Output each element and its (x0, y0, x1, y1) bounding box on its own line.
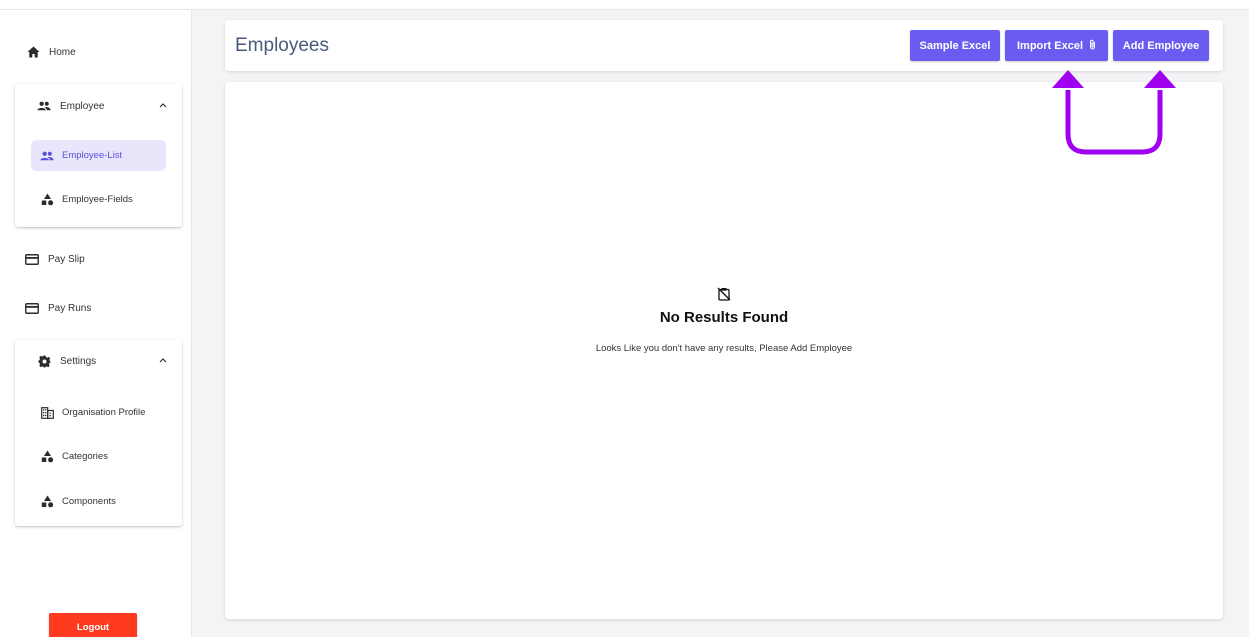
settings-group-label: Settings (60, 355, 97, 367)
employee-group: Employee Employee-List Employee-Fields (15, 84, 182, 227)
home-icon (26, 45, 40, 59)
employee-group-label: Employee (60, 100, 105, 112)
credit-card-icon (25, 301, 39, 315)
page-header: Employees Sample Excel Import Excel Add … (225, 20, 1223, 71)
chevron-up-icon (159, 100, 167, 110)
gear-icon (37, 354, 51, 368)
shapes-icon (40, 193, 54, 207)
sidebar: Home Employee Employee-List Employee-Fie… (0, 10, 192, 637)
sidebar-item-pay-slip-label: Pay Slip (48, 253, 85, 265)
sample-excel-button[interactable]: Sample Excel (910, 30, 1000, 61)
import-excel-button[interactable]: Import Excel (1005, 30, 1108, 61)
sidebar-item-categories-label: Categories (62, 451, 108, 462)
clipboard-off-icon (717, 287, 731, 301)
sidebar-item-employee-list-label: Employee-List (62, 150, 123, 161)
sidebar-item-home[interactable]: Home (26, 45, 76, 59)
sidebar-item-organisation-profile[interactable]: Organisation Profile (31, 397, 166, 428)
building-icon (40, 406, 54, 420)
sidebar-item-pay-runs[interactable]: Pay Runs (25, 301, 91, 315)
employee-group-header[interactable]: Employee (37, 99, 167, 113)
sidebar-item-pay-runs-label: Pay Runs (48, 302, 92, 314)
import-excel-label: Import Excel (1016, 39, 1084, 52)
top-bar (0, 0, 1249, 10)
paperclip-icon (1089, 39, 1096, 53)
settings-group-header[interactable]: Settings (37, 354, 167, 368)
people-icon (40, 149, 54, 163)
empty-state-title: No Results Found (659, 309, 789, 326)
empty-state-description: Looks Like you don't have any results, P… (595, 343, 853, 354)
settings-group: Settings Organisation Profile Categories… (15, 340, 182, 526)
logout-button[interactable]: Logout (49, 613, 137, 637)
credit-card-icon (25, 252, 39, 266)
sidebar-item-home-label: Home (49, 46, 76, 58)
sidebar-item-employee-fields-label: Employee-Fields (62, 194, 133, 205)
page-title: Employees (235, 35, 329, 56)
sidebar-item-components[interactable]: Components (31, 486, 166, 517)
sidebar-item-employee-fields[interactable]: Employee-Fields (31, 184, 166, 215)
add-employee-button[interactable]: Add Employee (1113, 30, 1209, 61)
sidebar-item-employee-list[interactable]: Employee-List (31, 140, 166, 171)
sidebar-item-pay-slip[interactable]: Pay Slip (25, 252, 85, 266)
sidebar-item-categories[interactable]: Categories (31, 441, 166, 472)
chevron-up-icon (159, 355, 167, 365)
shapes-icon (40, 495, 54, 509)
employee-list-panel: No Results Found Looks Like you don't ha… (225, 82, 1223, 619)
shapes-icon (40, 450, 54, 464)
sidebar-item-components-label: Components (62, 496, 116, 507)
sidebar-item-organisation-profile-label: Organisation Profile (62, 407, 146, 418)
people-icon (37, 99, 51, 113)
